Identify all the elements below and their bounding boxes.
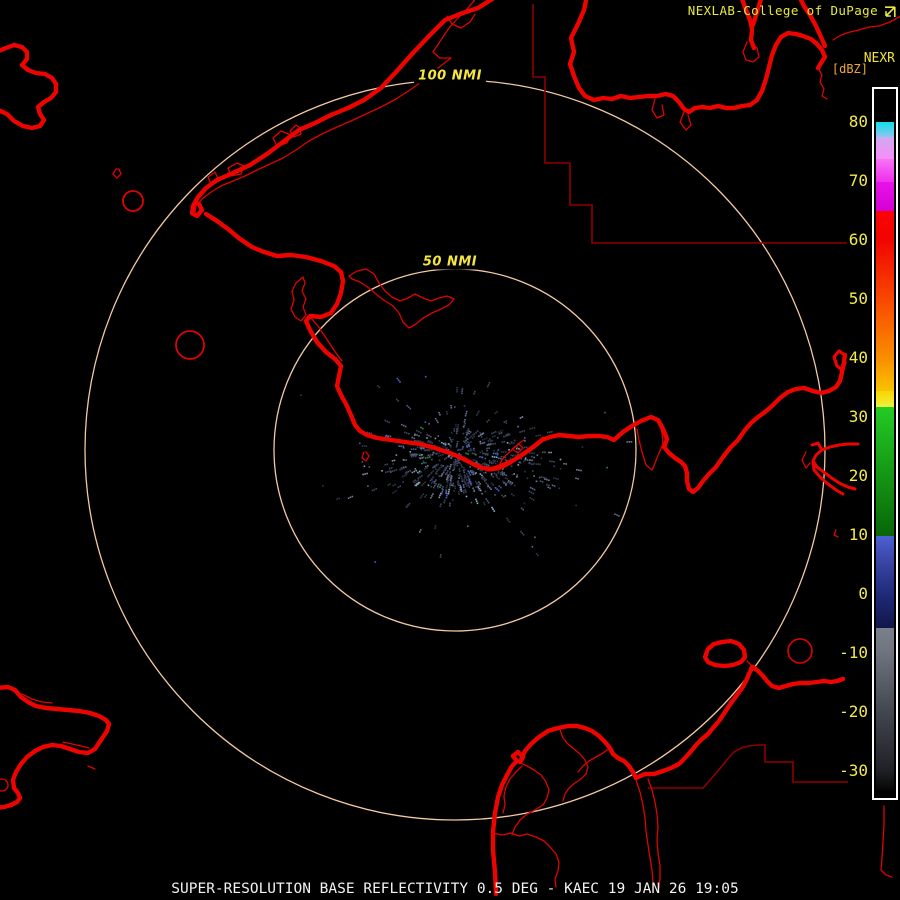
range-rings bbox=[85, 80, 825, 820]
colorbar-tick-label: 20 bbox=[822, 467, 868, 485]
island-nw-blob bbox=[0, 45, 56, 128]
header: NEXLAB-College of DuPage bbox=[688, 3, 896, 18]
colorbar-tick-label: 0 bbox=[822, 585, 868, 603]
colorbar-tick-label: 50 bbox=[822, 290, 868, 308]
island-ring bbox=[788, 639, 812, 663]
colorbar-frame bbox=[872, 87, 898, 800]
coast-se-wiggly bbox=[753, 667, 843, 688]
colorbar-tick-label: 80 bbox=[822, 113, 868, 131]
coast-nw-diagonal bbox=[192, 0, 497, 216]
site-title-link[interactable]: NEXLAB-College of DuPage bbox=[688, 3, 878, 18]
units-label: [dBZ] bbox=[832, 62, 868, 76]
coast-delta-outline bbox=[493, 726, 636, 894]
island-ring bbox=[123, 191, 143, 211]
island-oval bbox=[705, 641, 745, 666]
colorbar-tick-label: 70 bbox=[822, 172, 868, 190]
colorbar-tick-label: -20 bbox=[822, 703, 868, 721]
colorbar-tick-label: 10 bbox=[822, 526, 868, 544]
range-ring bbox=[274, 269, 636, 631]
radar-map bbox=[0, 0, 900, 900]
colorbar-tick-label: -30 bbox=[822, 762, 868, 780]
coast-sw-peninsula bbox=[0, 687, 109, 808]
range-ring-label: 100 NMI bbox=[414, 69, 486, 84]
product-label: NEXR bbox=[864, 51, 895, 66]
status-caption: SUPER-RESOLUTION BASE REFLECTIVITY 0.5 D… bbox=[171, 881, 738, 897]
colorbar-tick-label: 60 bbox=[822, 231, 868, 249]
colorbar-tick-label: 40 bbox=[822, 349, 868, 367]
radar-echoes bbox=[300, 376, 632, 563]
coastlines-thick bbox=[0, 0, 858, 894]
colorbar-tick-label: 30 bbox=[822, 408, 868, 426]
nw-corner-arrow-icon[interactable] bbox=[883, 4, 896, 17]
range-ring bbox=[85, 80, 825, 820]
range-ring-label: 50 NMI bbox=[419, 255, 481, 270]
coast-delta-diagonal bbox=[636, 667, 752, 778]
colorbar-tick-label: -10 bbox=[822, 644, 868, 662]
island-ring bbox=[176, 331, 204, 359]
island-ring bbox=[0, 779, 8, 791]
radar-screen: NEXLAB-College of DuPage NEXR [dBZ] 80 70… bbox=[0, 0, 900, 900]
